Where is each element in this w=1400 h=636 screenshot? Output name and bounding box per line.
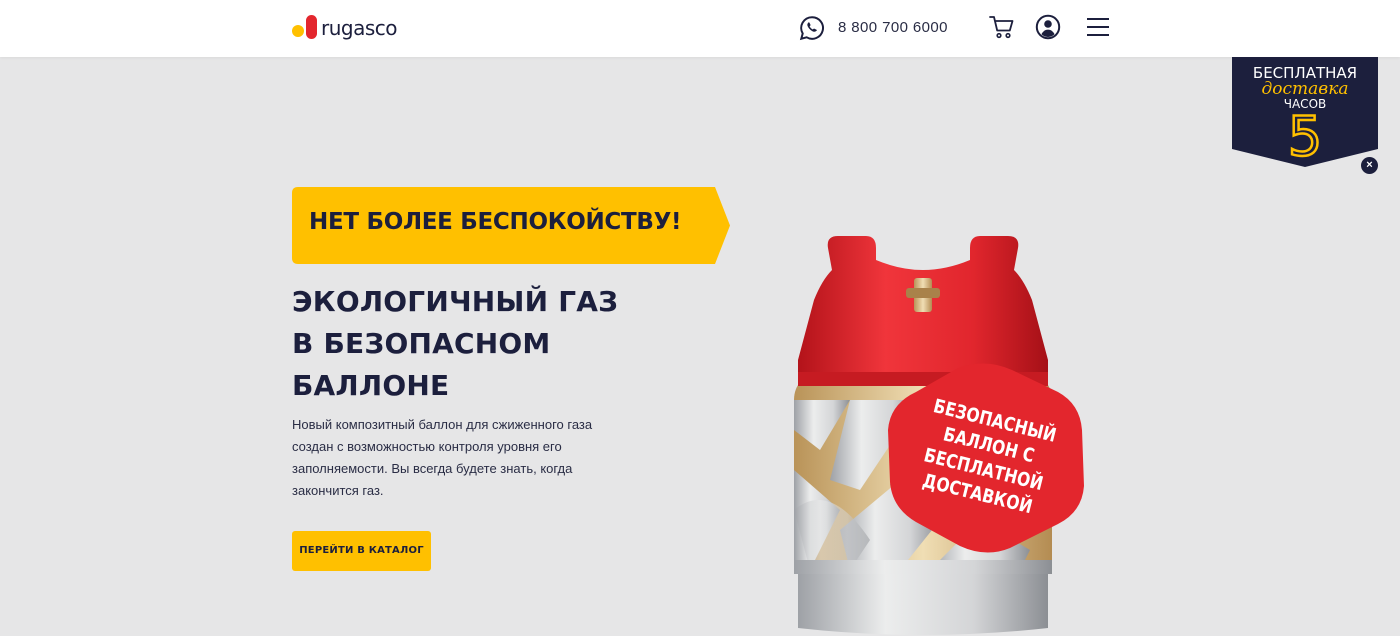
badge-line2: доставка <box>1262 79 1349 99</box>
whatsapp-icon[interactable] <box>799 15 825 41</box>
logo[interactable]: rugasco <box>292 12 398 44</box>
badge-number: 5 <box>1288 105 1322 167</box>
user-icon[interactable] <box>1035 14 1061 40</box>
phone-number[interactable]: 8 800 700 6000 <box>838 19 948 36</box>
headline-line: ЭКОЛОГИЧНЫЙ ГАЗ <box>292 285 619 318</box>
badge-close-button[interactable]: × <box>1361 157 1378 174</box>
cart-icon[interactable] <box>988 13 1016 41</box>
tag-banner-text: НЕТ БОЛЕЕ БЕСПОКОЙСТВУ! <box>309 209 682 235</box>
headline-line: В БЕЗОПАСНОМ <box>292 327 551 360</box>
site-header: rugasco 8 800 700 6000 <box>0 0 1400 57</box>
free-delivery-badge[interactable]: БЕСПЛАТНАЯ доставка ЧАСОВ 5 <box>1232 57 1378 167</box>
menu-icon[interactable] <box>1087 17 1109 37</box>
hero-description: Новый композитный баллон для сжиженного … <box>292 417 593 498</box>
logo-text: rugasco <box>321 16 398 40</box>
logo-mark <box>292 13 320 43</box>
hero-headline: ЭКОЛОГИЧНЫЙ ГАЗ В БЕЗОПАСНОМ БАЛЛОНЕ <box>292 281 692 407</box>
catalog-button[interactable]: ПЕРЕЙТИ В КАТАЛОГ <box>292 531 431 571</box>
headline-line: БАЛЛОНЕ <box>292 369 450 402</box>
